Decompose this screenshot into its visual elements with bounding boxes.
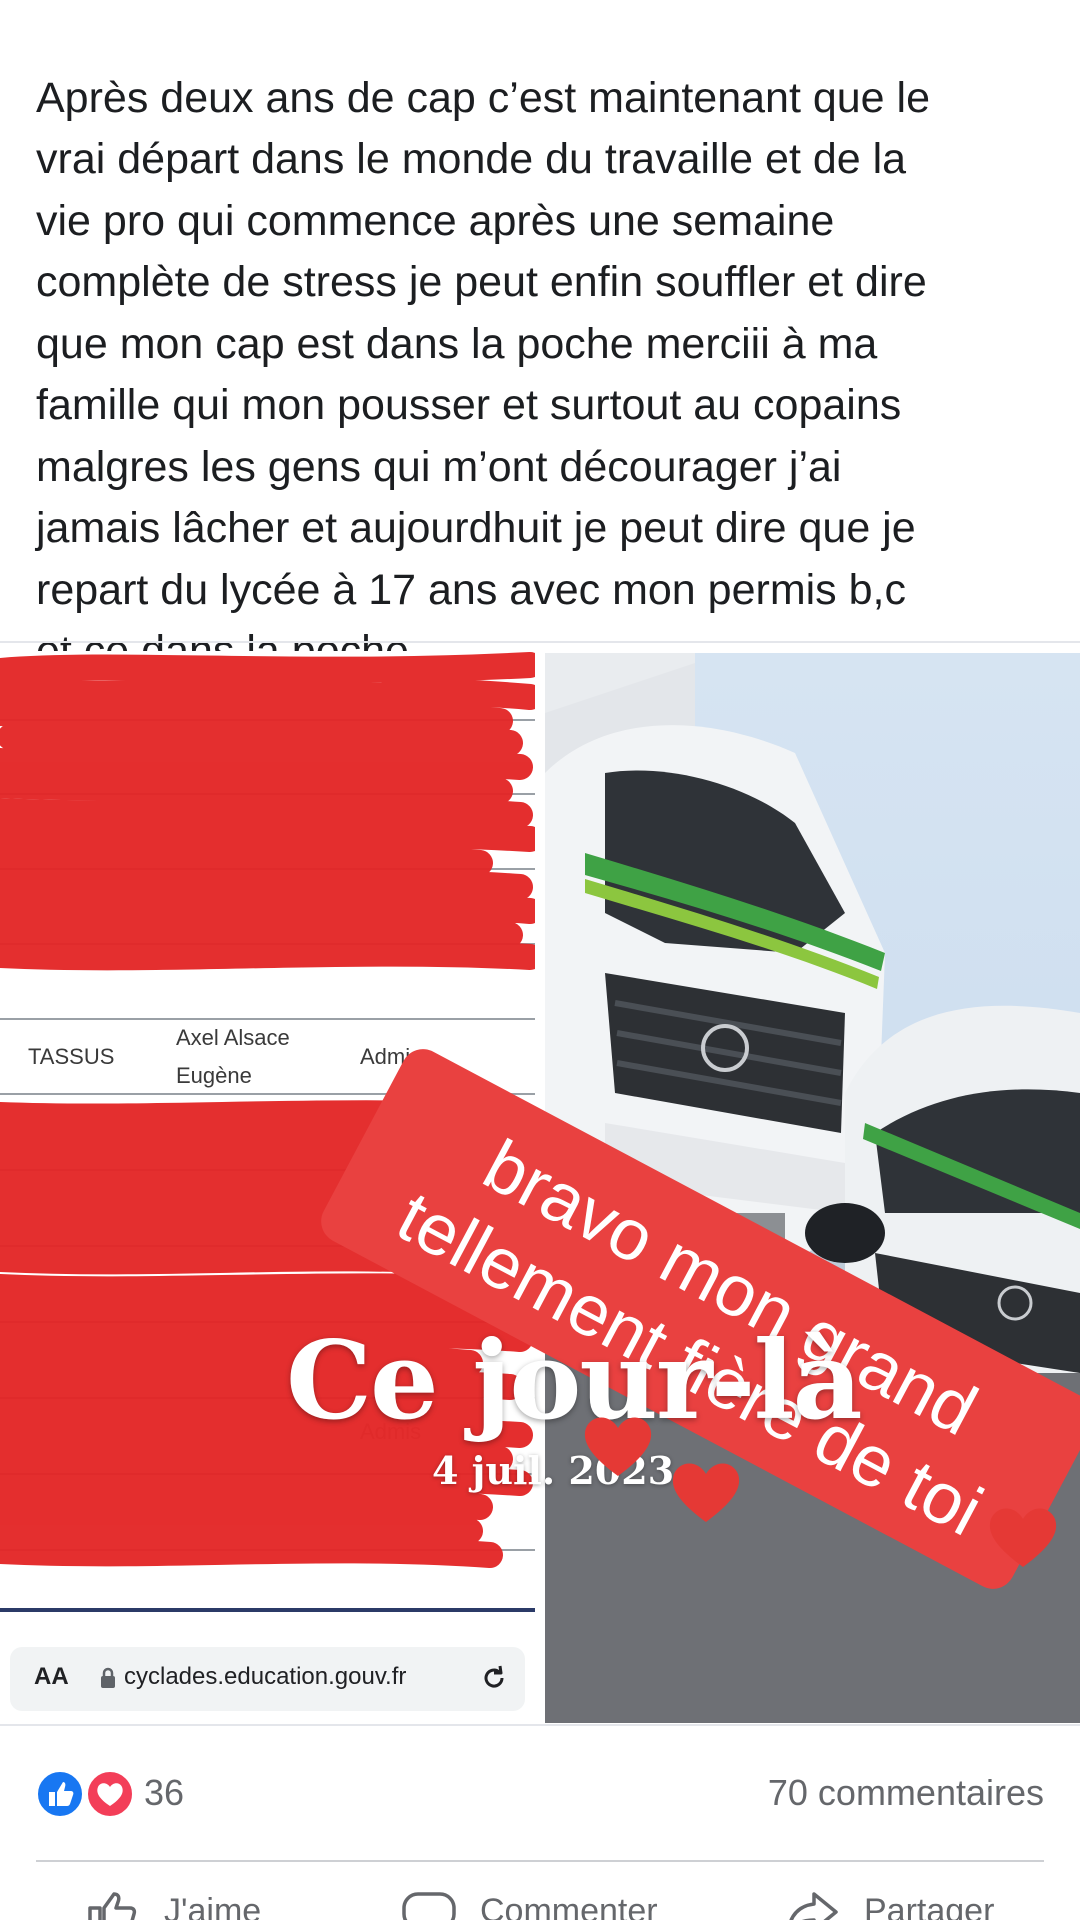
- comments-count-link[interactable]: 70 commentaires: [768, 1770, 1044, 1816]
- table-row-line: [0, 793, 535, 795]
- like-button[interactable]: J'aime: [84, 1890, 304, 1920]
- reaction-count[interactable]: 36: [144, 1770, 184, 1816]
- divider: [36, 1860, 1044, 1862]
- result-surname: TASSUS: [28, 1044, 115, 1069]
- comment-label: Commenter: [480, 1892, 658, 1920]
- url-text: cyclades.education.gouv.fr: [124, 1663, 407, 1690]
- love-reaction-icon[interactable]: [86, 1770, 134, 1818]
- comment-icon: [402, 1892, 456, 1920]
- text-size-button[interactable]: AA: [34, 1663, 69, 1691]
- page-footer-bar: [0, 1608, 535, 1612]
- post-body: Après deux ans de cap c’est maintenant q…: [36, 73, 931, 676]
- table-row-line: [0, 1549, 535, 1551]
- post-text: Après deux ans de cap c’est maintenant q…: [36, 6, 1056, 744]
- share-icon: [789, 1892, 838, 1920]
- share-button[interactable]: Partager: [784, 1890, 1044, 1920]
- like-reaction-icon[interactable]: [36, 1770, 84, 1818]
- result-firstnames-line1: Axel Alsace: [176, 1025, 290, 1050]
- table-row-line: [0, 868, 535, 870]
- table-row-line: [0, 719, 535, 721]
- result-firstnames-line2: Eugène: [176, 1063, 252, 1088]
- heart-icon: [584, 1417, 652, 1476]
- divider: [0, 1724, 1080, 1726]
- lock-icon: [101, 1667, 115, 1688]
- reload-icon[interactable]: [480, 1664, 508, 1692]
- divider: [0, 641, 1080, 643]
- like-label: J'aime: [164, 1892, 262, 1920]
- memory-title: Ce jour-là: [286, 1318, 863, 1444]
- table-row-line: [0, 943, 535, 945]
- heart-icon: [989, 1508, 1057, 1567]
- share-label: Partager: [864, 1892, 995, 1920]
- thumbs-up-icon: [88, 1892, 137, 1920]
- comment-button[interactable]: Commenter: [400, 1890, 700, 1920]
- heart-icon: [672, 1463, 740, 1522]
- browser-url-bar[interactable]: AA cyclades.education.gouv.fr: [10, 1647, 525, 1711]
